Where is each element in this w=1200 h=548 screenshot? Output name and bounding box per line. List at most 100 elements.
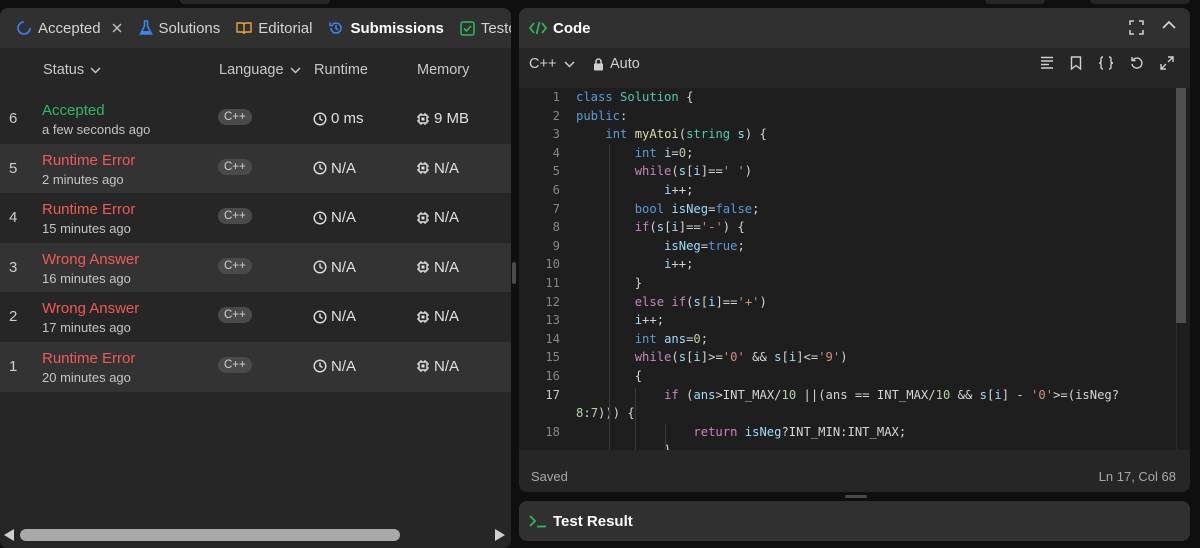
line-number: 9 — [552, 238, 560, 253]
code-line: 8 if(s[i]=='-') { — [519, 218, 1190, 237]
code-token: ans — [664, 331, 687, 346]
code-token: else — [634, 294, 665, 309]
submission-time: 2 minutes ago — [42, 171, 124, 187]
memory-chip-icon — [417, 310, 429, 323]
language-select[interactable]: C++ — [529, 56, 575, 72]
line-number: 13 — [545, 313, 560, 328]
code-token: >=(isNeg? — [1053, 387, 1120, 402]
submission-row[interactable]: 5 Runtime Error 2 minutes ago C++ N/A N/A — [0, 143, 511, 194]
memory-chip-icon — [417, 211, 429, 224]
horizontal-scrollbar[interactable] — [0, 520, 511, 548]
code-token: { — [620, 406, 635, 421]
test-result-panel[interactable]: Test Result — [519, 501, 1190, 541]
submission-status[interactable]: Runtime Error — [42, 152, 135, 169]
code-token: s — [693, 294, 701, 309]
code-token: s — [678, 164, 687, 179]
panel-resize-handle[interactable] — [512, 262, 516, 284]
code-editor[interactable]: 1 class Solution {2 public: 3 int myAtoi(st… — [519, 88, 1190, 450]
submission-status[interactable]: Runtime Error — [42, 350, 135, 367]
scrollbar-thumb[interactable] — [1176, 88, 1186, 323]
memory-text: N/A — [434, 258, 460, 276]
tab-solutions[interactable]: Solutions — [131, 8, 229, 48]
maximize-icon[interactable] — [1129, 20, 1144, 35]
braces-icon[interactable] — [1098, 56, 1114, 70]
code-token: i — [671, 220, 679, 235]
code-line: 10 i++; — [519, 255, 1190, 274]
runtime-value: N/A — [313, 308, 356, 325]
runtime-text: N/A — [331, 258, 357, 276]
submission-time: a few seconds ago — [42, 122, 151, 137]
tab-testcase[interactable]: Testca — [452, 8, 511, 48]
language-column-header[interactable]: Language — [219, 62, 301, 78]
clock-icon — [313, 111, 327, 126]
code-token: ans — [693, 387, 716, 402]
flask-icon — [138, 20, 153, 35]
submission-row[interactable]: 6 Accepted a few seconds ago C++ 0 ms 9 MB — [0, 94, 511, 144]
code-token: s — [979, 387, 987, 402]
code-token: string — [686, 127, 731, 142]
status-column-header[interactable]: Status — [43, 62, 101, 78]
tab-accepted[interactable]: Accepted — [8, 8, 131, 48]
code-token: ( — [671, 164, 679, 179]
memory-value: N/A — [416, 160, 459, 177]
runtime-value: 0 ms — [313, 110, 364, 127]
submission-row[interactable]: 4 Runtime Error 15 minutes ago C++ N/A N/A — [0, 193, 511, 243]
top-tab-shadow — [985, 0, 1045, 4]
submission-status[interactable]: Accepted — [42, 102, 105, 119]
memory-text: 9 MB — [434, 110, 470, 127]
panel-resize-handle[interactable] — [845, 495, 867, 498]
submission-row[interactable]: 1 Runtime Error 20 minutes ago C++ N/A N/A — [0, 341, 511, 392]
editor-vertical-scrollbar[interactable] — [1176, 88, 1190, 450]
bookmark-icon[interactable] — [1070, 56, 1082, 70]
reset-icon[interactable] — [1130, 56, 1144, 70]
submission-status[interactable]: Wrong Answer — [42, 300, 139, 317]
line-number: 8 — [552, 220, 560, 235]
line-number: 4 — [552, 145, 560, 160]
code-text: public: — [576, 109, 627, 123]
runtime-column-header[interactable]: Runtime — [314, 62, 368, 78]
code-token: '-' — [700, 220, 723, 235]
tab-submissions[interactable]: Submissions — [320, 8, 451, 48]
submissions-panel: Accepted Solutions Editorial Submissions… — [0, 8, 511, 548]
clock-icon — [313, 310, 327, 324]
code-token: ]== — [678, 220, 701, 235]
auto-mode[interactable]: Auto — [593, 56, 640, 72]
code-token: ]>= — [700, 350, 723, 365]
code-line: 2 public: — [519, 107, 1190, 126]
code-token: isNeg — [744, 424, 782, 439]
submission-status[interactable]: Wrong Answer — [42, 251, 139, 268]
code-token: >INT_MAX/ — [715, 387, 782, 402]
submission-row[interactable]: 3 Wrong Answer 16 minutes ago C++ N/A N/A — [0, 242, 511, 293]
code-token: int — [634, 331, 657, 346]
memory-column-header[interactable]: Memory — [417, 62, 469, 78]
editor-status-bar: Saved Ln 17, Col 68 — [519, 464, 1190, 492]
chevron-up-icon[interactable] — [1162, 20, 1176, 29]
scroll-left-icon[interactable] — [4, 529, 14, 541]
code-token: ( — [671, 350, 679, 365]
code-token: && — [950, 387, 980, 402]
submission-row[interactable]: 2 Wrong Answer 17 minutes ago C++ N/A N/A — [0, 292, 511, 342]
memory-text: N/A — [434, 308, 460, 326]
code-token: : — [583, 406, 591, 421]
code-text: } — [576, 443, 671, 450]
tab-editorial[interactable]: Editorial — [228, 8, 320, 48]
line-number: 18 — [545, 424, 560, 439]
save-status: Saved — [531, 469, 568, 484]
code-text: i++; — [576, 257, 693, 271]
expand-icon[interactable] — [1160, 56, 1174, 70]
line-number: 12 — [545, 294, 560, 309]
memory-text: N/A — [434, 159, 460, 177]
close-icon[interactable] — [111, 22, 123, 34]
runtime-value: N/A — [313, 209, 356, 226]
scroll-right-icon[interactable] — [495, 529, 505, 541]
line-number: 5 — [552, 164, 560, 179]
tab-label: Submissions — [350, 19, 444, 37]
submission-status[interactable]: Runtime Error — [42, 201, 135, 218]
format-lines-icon[interactable] — [1040, 56, 1054, 69]
scrollbar-thumb[interactable] — [20, 529, 400, 541]
code-text: bool isNeg=false; — [576, 202, 760, 216]
submission-number: 3 — [9, 258, 18, 276]
